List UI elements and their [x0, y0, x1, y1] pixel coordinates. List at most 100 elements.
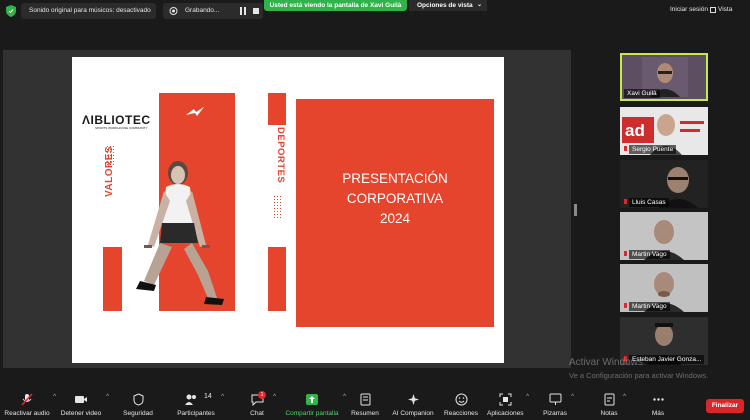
more-label: Más: [651, 410, 665, 417]
grid-view-icon[interactable]: [710, 7, 716, 13]
chevron-down-icon: ⌄: [476, 2, 482, 8]
share-screen-button[interactable]: Compartir pantalla ^: [284, 390, 346, 418]
security-label: Seguridad: [123, 410, 153, 417]
apps-icon: [499, 393, 511, 406]
sparkle-icon: [407, 394, 419, 405]
share-screen-label: Compartir pantalla: [285, 410, 339, 417]
pause-recording-icon[interactable]: [239, 7, 247, 15]
participant-name: Martin Vago: [629, 250, 670, 259]
summary-icon: [360, 393, 370, 406]
participant-tile[interactable]: Martin Vago: [620, 264, 708, 312]
mic-muted-icon: [21, 393, 33, 406]
shield-icon: [133, 393, 143, 406]
end-meeting-button[interactable]: Finalizar: [706, 399, 744, 413]
unmute-button[interactable]: Reactivar audio ^: [4, 390, 56, 418]
company-logo: ΛIBLIOTEC: [82, 113, 151, 127]
participant-name: Xavi Guilà: [624, 89, 660, 98]
participant-tile[interactable]: Martin Vago: [620, 212, 708, 260]
reactions-label: Reacciones: [444, 410, 478, 417]
smiley-icon: [455, 393, 467, 406]
deportes-label: DEPORTES: [275, 127, 286, 184]
reactions-button[interactable]: Reacciones: [444, 390, 478, 418]
ai-companion-button[interactable]: AI Companion: [391, 390, 435, 418]
participants-label: Participantes: [177, 410, 215, 417]
chevron-up-icon[interactable]: ^: [273, 394, 276, 400]
stop-recording-icon[interactable]: [253, 8, 259, 14]
summary-button[interactable]: Resumen: [350, 390, 380, 418]
title-line: CORPORATIVA: [346, 191, 444, 206]
zoom-meeting-window: Sonido original para músicos: desactivad…: [0, 0, 750, 420]
chat-button[interactable]: 1 Chat ^: [244, 390, 276, 418]
view-button[interactable]: Vista: [718, 6, 732, 13]
brand-mark-icon: [186, 107, 204, 116]
title-line: PRESENTACIÓN: [342, 171, 448, 186]
chat-unread-badge: 1: [258, 391, 266, 399]
dot-pattern: [108, 57, 118, 81]
windows-activation-title: Activar Windows: [569, 357, 643, 368]
company-logo-subtitle: SPORTS WORKHOUSE COMMUNITY: [95, 126, 148, 130]
people-icon: [185, 394, 196, 405]
chevron-up-icon[interactable]: ^: [53, 394, 56, 400]
accent-bar: [268, 247, 286, 311]
viewing-screen-banner: Usted está viendo la pantalla de Xavi Gu…: [264, 0, 407, 11]
title-line: 2024: [379, 211, 411, 226]
more-dots-icon: [652, 398, 664, 401]
sign-in-link[interactable]: Iniciar sesión: [670, 6, 708, 13]
chevron-up-icon[interactable]: ^: [623, 394, 626, 400]
svg-text:ad: ad: [625, 121, 645, 140]
ai-companion-label: AI Companion: [392, 410, 434, 417]
mic-off-icon: [624, 146, 627, 151]
meeting-toolbar: Reactivar audio ^ Detener video ^ Seguri…: [0, 388, 750, 420]
recording-pill: Grabando...: [163, 3, 263, 19]
title-panel: PRESENTACIÓN CORPORATIVA 2024: [296, 99, 494, 327]
original-sound-label: Sonido original para músicos: desactivad…: [29, 7, 151, 14]
view-options-label: Opciones de vista: [417, 2, 473, 9]
unmute-label: Reactivar audio: [4, 410, 50, 417]
participant-tile[interactable]: Lluis Casas: [620, 160, 708, 208]
video-camera-icon: [75, 396, 87, 403]
chat-label: Chat: [250, 410, 264, 417]
apps-label: Aplicaciones: [487, 410, 524, 417]
more-button[interactable]: Más: [648, 390, 668, 418]
top-bar: Sonido original para músicos: desactivad…: [0, 0, 750, 22]
stop-video-button[interactable]: Detener video ^: [59, 390, 109, 418]
windows-activation-text: Ve a Configuración para activar Windows.: [569, 371, 709, 380]
whiteboards-button[interactable]: Pizarras ^: [542, 390, 574, 418]
original-sound-pill[interactable]: Sonido original para músicos: desactivad…: [21, 3, 156, 19]
athlete-image: [136, 161, 224, 305]
participants-button[interactable]: 14 Participantes ^: [174, 390, 224, 418]
chevron-up-icon[interactable]: ^: [526, 394, 529, 400]
chevron-up-icon[interactable]: ^: [221, 394, 224, 400]
whiteboard-icon: [549, 393, 561, 405]
recording-icon: [169, 7, 178, 15]
participants-count: 14: [204, 393, 212, 400]
chevron-up-icon[interactable]: ^: [106, 394, 109, 400]
whiteboards-label: Pizarras: [543, 410, 567, 417]
participant-name: Lluis Casas: [629, 198, 669, 207]
notes-button[interactable]: Notas ^: [598, 390, 626, 418]
summary-label: Resumen: [351, 410, 379, 417]
stop-video-label: Detener video: [60, 410, 102, 417]
accent-bar: [268, 93, 286, 125]
security-button[interactable]: Seguridad: [120, 390, 156, 418]
panel-resize-handle[interactable]: [574, 204, 577, 216]
presentation-title: PRESENTACIÓN CORPORATIVA 2024: [296, 169, 494, 229]
chevron-up-icon[interactable]: ^: [571, 394, 574, 400]
participant-tile[interactable]: ad Sergio Puente: [620, 107, 708, 155]
participant-tile[interactable]: Xavi Guilà: [620, 53, 708, 101]
notes-icon: [604, 393, 614, 406]
mic-off-icon: [624, 251, 627, 256]
mic-off-icon: [624, 199, 627, 204]
presentation-slide: ΛIBLIOTEC SPORTS WORKHOUSE COMMUNITY VAL…: [72, 57, 504, 363]
notes-label: Notas: [600, 410, 618, 417]
recording-label: Grabando...: [185, 7, 220, 14]
dot-pattern: [273, 195, 283, 219]
chevron-up-icon[interactable]: ^: [343, 394, 346, 400]
shield-icon[interactable]: [6, 5, 16, 17]
share-screen-icon: [306, 394, 318, 405]
apps-button[interactable]: Aplicaciones ^: [487, 390, 529, 418]
participant-name: Martin Vago: [629, 302, 670, 311]
view-options-button[interactable]: Opciones de vista ⌄: [409, 0, 487, 11]
participant-name: Sergio Puente: [629, 145, 677, 154]
mic-off-icon: [624, 303, 627, 308]
